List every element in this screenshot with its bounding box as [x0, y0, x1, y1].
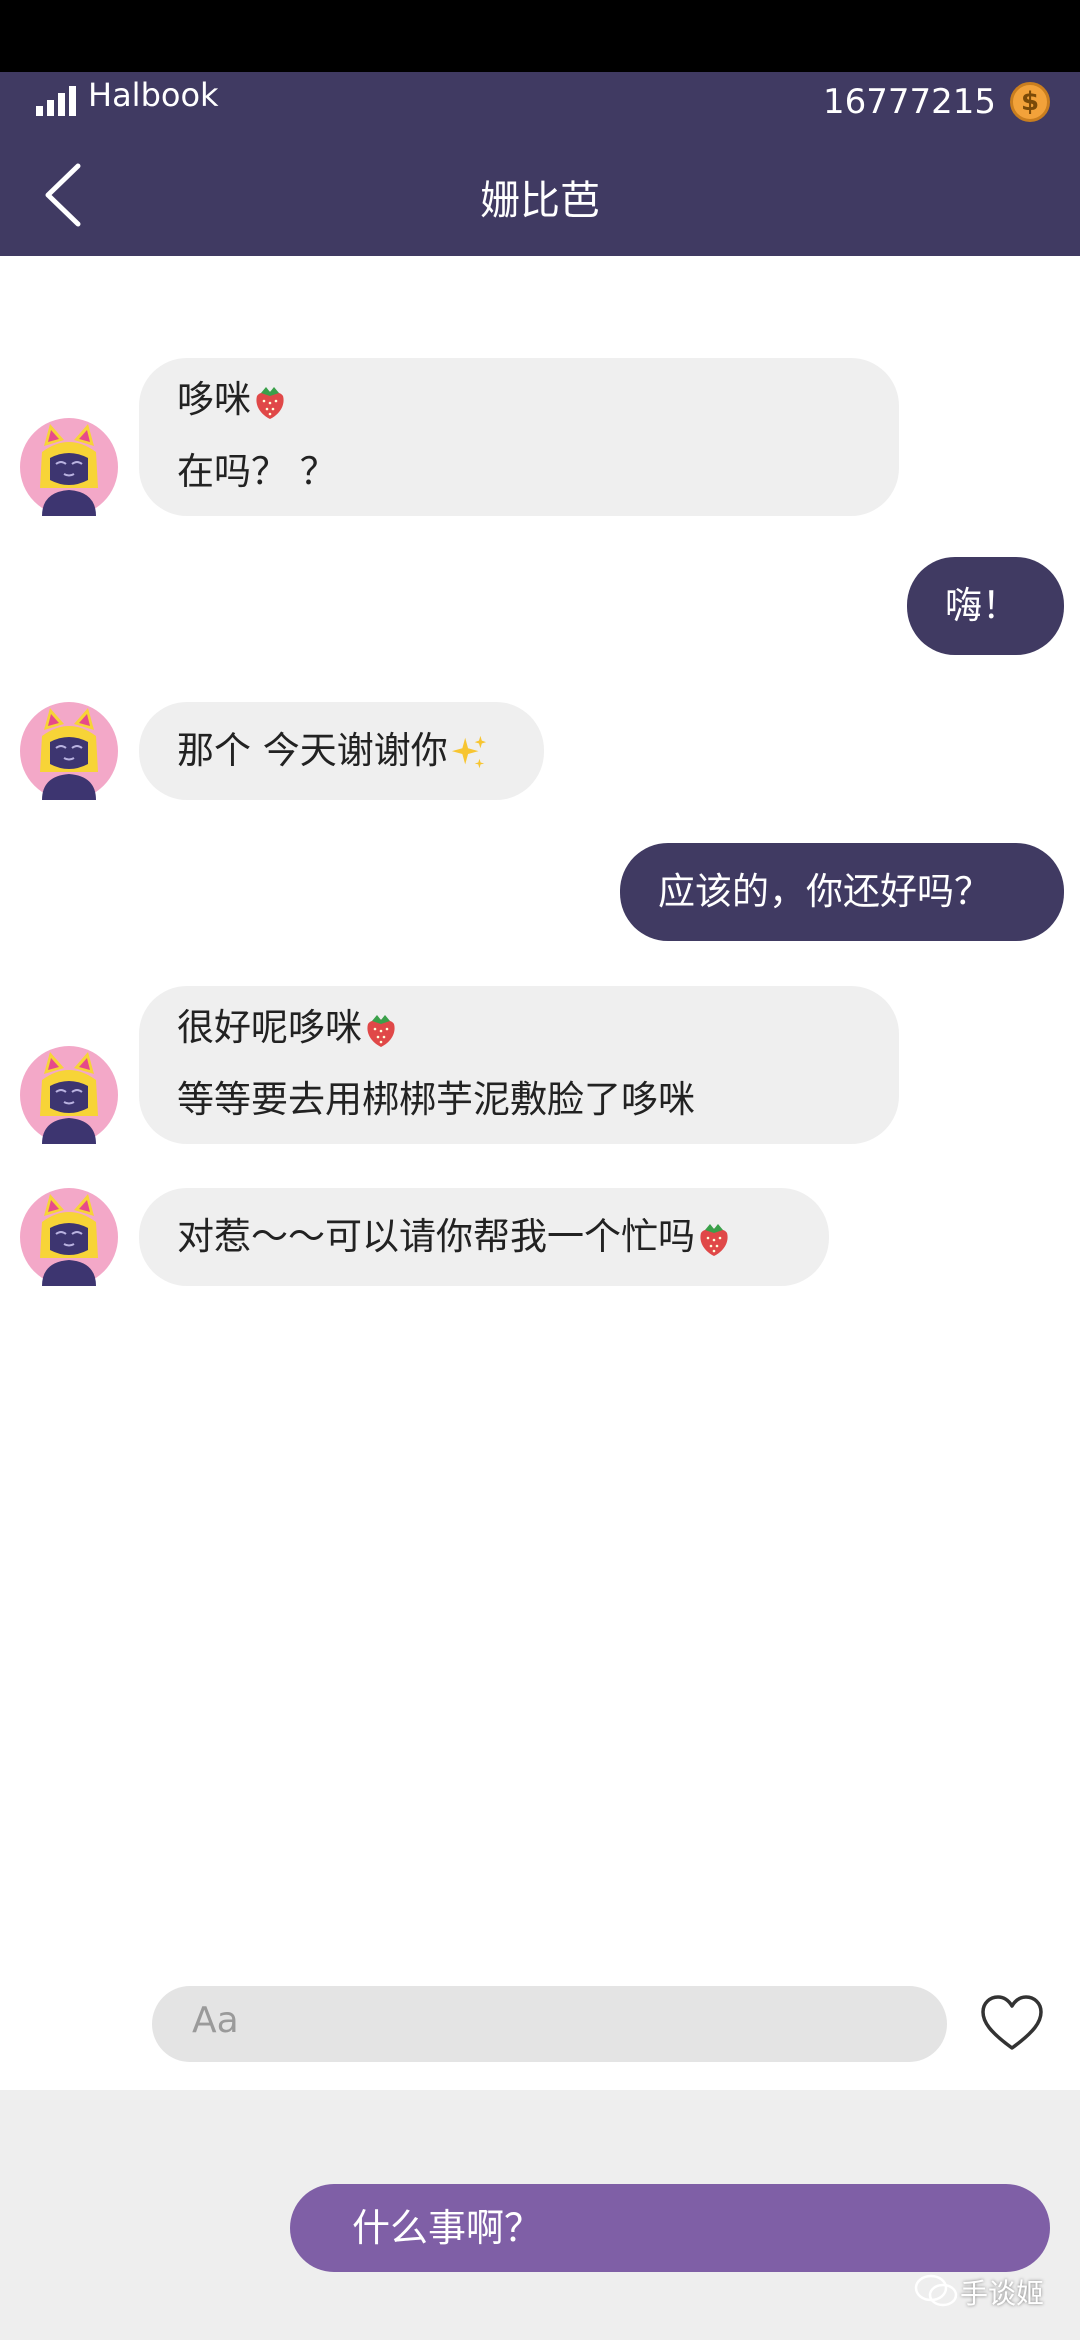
- contact-avatar[interactable]: [20, 418, 118, 516]
- incoming-message-bubble: 很好呢哆咪 等等要去用梆梆芋泥敷脸了哆咪: [139, 986, 899, 1144]
- coin-balance: 16777215: [822, 82, 996, 122]
- chat-title: 姗比芭: [480, 178, 600, 224]
- message-line: 很好呢哆咪: [177, 992, 861, 1064]
- quick-reply-button[interactable]: 什么事啊？: [290, 2184, 1050, 2272]
- wechat-icon: [914, 2274, 958, 2307]
- message-input[interactable]: Aa: [152, 1986, 947, 2062]
- signal-icon: [36, 86, 76, 116]
- app-header: Halbook 16777215 $ 姗比芭: [0, 72, 1080, 256]
- carrier-name: Halbook: [88, 76, 219, 114]
- message-text: 嗨！: [945, 584, 1019, 627]
- message-line: 哆咪: [177, 364, 861, 436]
- incoming-message-bubble: 哆咪 在吗？ ？: [139, 358, 899, 516]
- message-line: 对惹～～可以请你帮我一个忙吗: [177, 1188, 791, 1286]
- input-placeholder: Aa: [192, 2000, 239, 2041]
- message-line: 在吗？ ？: [177, 450, 337, 493]
- strawberry-icon: [364, 1011, 398, 1049]
- contact-avatar[interactable]: [20, 1046, 118, 1144]
- outgoing-message-bubble: 应该的，你还好吗？: [620, 843, 1064, 941]
- strawberry-icon: [253, 383, 287, 421]
- heart-icon[interactable]: [980, 1994, 1044, 2052]
- watermark: 手谈姬: [959, 2277, 1044, 2310]
- message-line: 等等要去用梆梆芋泥敷脸了哆咪: [177, 1078, 695, 1121]
- sparkles-icon: [450, 734, 488, 772]
- message-line: 那个 今天谢谢你: [177, 702, 506, 800]
- contact-avatar[interactable]: [20, 702, 118, 800]
- contact-avatar[interactable]: [20, 1188, 118, 1286]
- coin-icon: $: [1010, 82, 1050, 122]
- outgoing-message-bubble: 嗨！: [907, 557, 1064, 655]
- system-top-bar: [0, 0, 1080, 72]
- strawberry-icon: [697, 1220, 731, 1258]
- message-text: 应该的，你还好吗？: [658, 870, 991, 913]
- incoming-message-bubble: 对惹～～可以请你帮我一个忙吗: [139, 1188, 829, 1286]
- incoming-message-bubble: 那个 今天谢谢你: [139, 702, 544, 800]
